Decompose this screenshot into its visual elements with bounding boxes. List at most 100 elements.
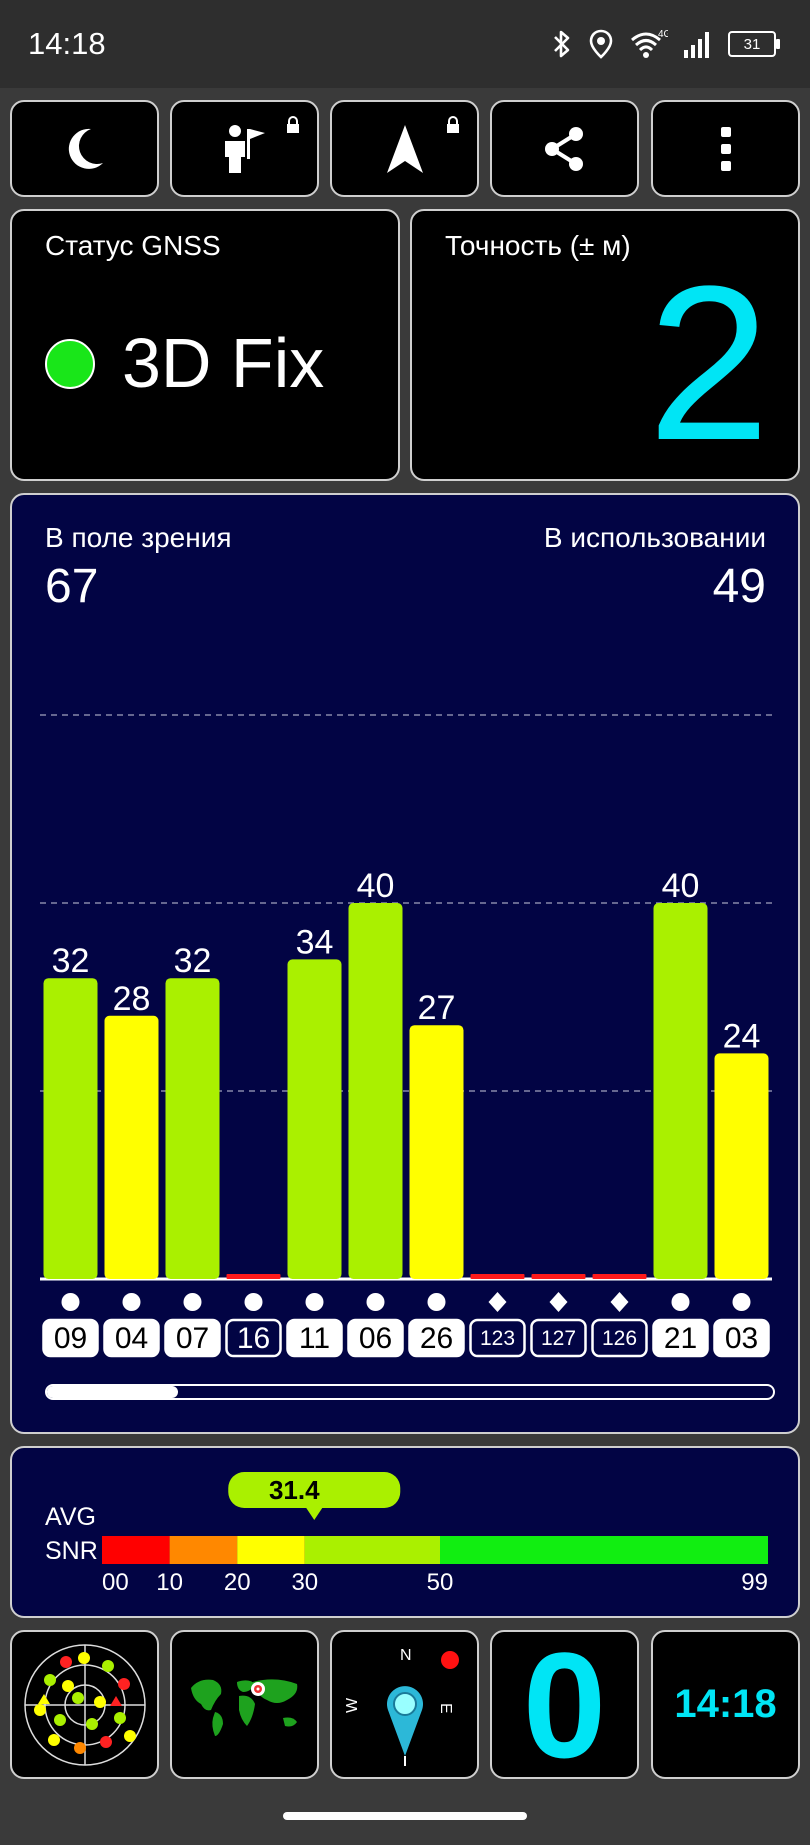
- world-map-tile[interactable]: [170, 1630, 319, 1779]
- snr-tick-label: 99: [741, 1569, 768, 1596]
- snr-bar[interactable]: [592, 1274, 647, 1279]
- snr-bar[interactable]: [104, 1015, 159, 1279]
- wifi-icon: 4G: [631, 29, 668, 58]
- snr-bar[interactable]: [531, 1274, 586, 1279]
- home-indicator[interactable]: [283, 1812, 527, 1820]
- snr-segment: [304, 1536, 440, 1564]
- moon-icon: [68, 128, 103, 169]
- status-bar: 14:18 4G 31: [0, 0, 810, 88]
- constellation-marker: [305, 1293, 324, 1311]
- compass-e: E: [437, 1703, 454, 1714]
- prn-label: 16: [237, 1322, 270, 1355]
- more-menu-button[interactable]: [651, 100, 800, 197]
- accuracy-panel[interactable]: Точность (± м) 2: [410, 209, 800, 481]
- avg-snr-panel[interactable]: AVG SNR 00 10 20 30 50 99 31.4: [10, 1446, 800, 1618]
- snr-segment: [440, 1536, 768, 1564]
- battery-icon: 31: [728, 31, 780, 57]
- avg-snr-value: 31.4: [269, 1475, 320, 1505]
- more-vertical-icon: [720, 126, 731, 171]
- snr-bar[interactable]: [653, 903, 708, 1279]
- chart-scrollbar[interactable]: [45, 1384, 775, 1400]
- constellation-marker: [671, 1293, 690, 1311]
- compass-w: W: [344, 1697, 361, 1713]
- prn-label: 123: [480, 1327, 515, 1350]
- snr-tick-label: 20: [224, 1569, 251, 1596]
- lock-icon: [447, 116, 459, 133]
- explorer-flag-icon: [224, 124, 265, 173]
- snr-bar[interactable]: [226, 1274, 281, 1279]
- clock-value: 14:18: [674, 1682, 777, 1726]
- prn-label: 126: [602, 1327, 637, 1350]
- sky-plot-icon: [23, 1643, 146, 1766]
- prn-label: 03: [725, 1322, 758, 1355]
- prn-label: 06: [359, 1322, 392, 1355]
- accuracy-title: Точность (± м): [445, 230, 631, 261]
- night-mode-button[interactable]: [10, 100, 159, 197]
- constellation-marker: [183, 1293, 202, 1311]
- snr-tick-label: 00: [102, 1569, 129, 1596]
- speed-value: 0: [522, 1620, 607, 1789]
- constellation-marker: [366, 1293, 385, 1311]
- prn-label: 11: [299, 1322, 330, 1355]
- gnss-status-title: Статус GNSS: [45, 230, 221, 261]
- snr-tick-label: 10: [156, 1569, 183, 1596]
- bar-value-label: 32: [174, 942, 212, 980]
- lock-icon: [287, 116, 299, 133]
- prn-label: 07: [176, 1322, 209, 1355]
- share-button[interactable]: [490, 100, 639, 197]
- bar-value-label: 28: [113, 980, 151, 1018]
- snr-bar[interactable]: [348, 903, 403, 1279]
- snr-scale: 00 10 20 30 50 99 31.4: [102, 1472, 768, 1596]
- clock-tile[interactable]: 14:18: [651, 1630, 800, 1779]
- accuracy-value: 2: [647, 240, 770, 486]
- network-type-label: 4G: [658, 29, 668, 40]
- bar-value-label: 32: [52, 942, 90, 980]
- constellation-marker: [610, 1292, 629, 1312]
- scrollbar-thumb[interactable]: [47, 1386, 178, 1398]
- compass-tile[interactable]: N E W: [330, 1630, 479, 1779]
- snr-bar[interactable]: [165, 978, 220, 1279]
- snr-tick-label: 30: [291, 1569, 318, 1596]
- fix-status-value: 3D Fix: [122, 324, 325, 402]
- constellation-marker: [732, 1293, 751, 1311]
- navigate-button[interactable]: [330, 100, 479, 197]
- status-time: 14:18: [28, 26, 106, 61]
- snr-bar[interactable]: [470, 1274, 525, 1279]
- constellation-marker: [122, 1293, 141, 1311]
- snr-segment: [169, 1536, 238, 1564]
- bluetooth-icon: [554, 30, 570, 58]
- prn-label: 09: [54, 1322, 87, 1355]
- status-icons: 4G 31: [550, 24, 780, 64]
- battery-level: 31: [743, 35, 761, 53]
- signal-icon: [684, 32, 709, 58]
- bar-value-label: 24: [723, 1017, 761, 1055]
- snr-bar[interactable]: [409, 1025, 464, 1279]
- bar-value-label: 40: [357, 867, 395, 905]
- constellation-marker: [427, 1293, 446, 1311]
- location-icon: [589, 29, 613, 59]
- snr-bar[interactable]: [287, 959, 342, 1279]
- sky-view-tile[interactable]: [10, 1630, 159, 1779]
- constellation-marker: [61, 1293, 80, 1311]
- prn-label: 21: [664, 1322, 697, 1355]
- constellation-marker: [549, 1292, 568, 1312]
- share-icon: [544, 126, 583, 171]
- constellation-marker: [488, 1292, 507, 1312]
- fix-indicator: [45, 339, 95, 389]
- gnss-status-panel[interactable]: Статус GNSS 3D Fix: [10, 209, 400, 481]
- snr-bar-chart: 32 09 28 04 32 07 16 34 11 40 06 27 26 123 127 126 40 21 2…: [40, 714, 772, 1358]
- snr-segment: [102, 1536, 170, 1564]
- snr-tick-label: 50: [427, 1569, 454, 1596]
- bar-value-label: 34: [296, 923, 334, 961]
- explorer-button[interactable]: [170, 100, 319, 197]
- bar-value-label: 27: [418, 989, 456, 1027]
- satellite-signal-panel[interactable]: В поле зрения 67 В использовании 49 32 09…: [10, 493, 800, 1434]
- snr-segment: [237, 1536, 305, 1564]
- speed-tile[interactable]: 0: [490, 1620, 639, 1789]
- prn-label: 26: [420, 1322, 453, 1355]
- compass-icon: N E W: [344, 1647, 459, 1766]
- snr-bar[interactable]: [43, 978, 98, 1279]
- world-map-icon: [190, 1678, 297, 1736]
- snr-bar[interactable]: [714, 1053, 769, 1279]
- prn-label: 04: [115, 1322, 148, 1355]
